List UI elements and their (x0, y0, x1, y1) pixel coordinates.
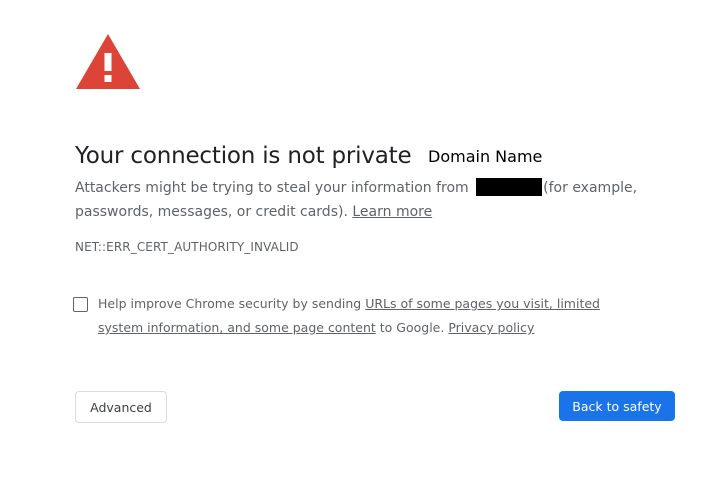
error-code: NET::ERR_CERT_AUTHORITY_INVALID (75, 240, 299, 254)
improve-security-checkbox[interactable] (73, 297, 88, 312)
back-to-safety-button[interactable]: Back to safety (559, 391, 675, 421)
explanation-paragraph: Attackers might be trying to steal your … (75, 176, 655, 224)
learn-more-link[interactable]: Learn more (352, 204, 432, 220)
explanation-text-start: Attackers might be trying to steal your … (75, 180, 474, 196)
warning-triangle-icon (76, 34, 140, 89)
privacy-policy-link[interactable]: Privacy policy (448, 320, 534, 335)
domain-name-annotation: Domain Name (428, 147, 543, 166)
improve-security-label: Help improve Chrome security by sending … (98, 292, 638, 340)
improve-text-start: Help improve Chrome security by sending (98, 296, 366, 311)
advanced-button[interactable]: Advanced (75, 391, 167, 423)
page-title: Your connection is not private (75, 143, 412, 170)
redacted-domain (476, 178, 543, 196)
improve-text-middle: to Google. (375, 320, 449, 335)
